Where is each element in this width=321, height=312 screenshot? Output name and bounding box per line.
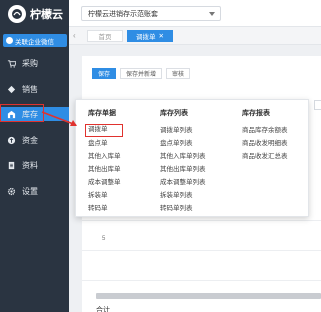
menu-item[interactable]: 商品收发明细表 [242, 137, 288, 150]
tab-home[interactable]: 首页 [87, 30, 123, 42]
menu-column-reports: 库存报表 商品库存余额表 商品收发明细表 商品收发汇总表 [242, 108, 288, 163]
inventory-menu: 库存单据 调拨单 盘点单 其他入库单 其他出库单 成本调整单 拆装单 转码单 库… [75, 99, 309, 217]
menu-item[interactable]: 盘点单 [88, 137, 123, 150]
coin-icon [7, 136, 16, 144]
sidebar-item-settings[interactable]: 设置 [0, 184, 69, 198]
sidebar-item-funds[interactable]: 资金 [0, 133, 69, 147]
menu-item-transfer-order[interactable]: 调拨单 [85, 124, 123, 137]
grid-line [82, 220, 321, 221]
top-bar: 柠檬云进销存示范账套 [69, 0, 321, 27]
menu-column-title: 库存单据 [88, 110, 116, 117]
toolbar: 保存 保存并新增 审核 [92, 68, 191, 79]
sidebar: 柠檬云 关联企业微信 采购 销售 库存 资金 资料 设置 [0, 0, 69, 312]
audit-button[interactable]: 审核 [166, 68, 191, 79]
app-logo[interactable]: 柠檬云 [8, 5, 63, 23]
menu-item[interactable]: 转码单 [88, 202, 123, 215]
tab-bar: ‹ 首页 调拨单 ✕ [69, 27, 321, 45]
tab-transfer-order[interactable]: 调拨单 ✕ [127, 30, 173, 42]
menu-item[interactable]: 其他出库单列表 [160, 163, 206, 176]
callout-arrow-icon [41, 111, 77, 126]
save-and-add-button[interactable]: 保存并新增 [120, 68, 163, 79]
account-select-value: 柠檬云进销存示范账套 [88, 10, 158, 18]
inventory-highlight-box [0, 104, 44, 122]
chevron-down-icon [209, 12, 215, 16]
sidebar-item-data[interactable]: 资料 [0, 158, 69, 172]
menu-item[interactable]: 其他入库单 [88, 150, 123, 163]
menu-item[interactable]: 拆装单列表 [160, 189, 206, 202]
gear-icon [7, 187, 16, 195]
tab-scroll-left-icon[interactable]: ‹ [73, 31, 82, 40]
menu-item[interactable]: 商品收发汇总表 [242, 150, 288, 163]
lemon-logo-icon [8, 5, 26, 23]
save-button[interactable]: 保存 [92, 68, 117, 79]
tab-home-label: 首页 [98, 34, 112, 41]
menu-item[interactable]: 拆装单 [88, 189, 123, 202]
menu-item[interactable]: 转码单列表 [160, 202, 206, 215]
menu-column-documents: 库存单据 调拨单 盘点单 其他入库单 其他出库单 成本调整单 拆装单 转码单 [85, 108, 123, 215]
row-number: 5 [102, 236, 106, 242]
menu-column-lists: 库存列表 调拨单列表 盘点单列表 其他入库单列表 其他出库单列表 成本调整单列表… [160, 108, 206, 215]
tab-active-label: 调拨单 [136, 34, 156, 41]
document-icon [8, 161, 15, 169]
sidebar-item-label: 资料 [22, 160, 38, 170]
horizontal-scrollbar[interactable] [96, 293, 321, 299]
menu-item[interactable]: 其他出库单 [88, 163, 123, 176]
link-wecom-button[interactable]: 关联企业微信 [3, 34, 67, 47]
menu-item[interactable]: 成本调整单 [88, 176, 123, 189]
sidebar-item-purchase[interactable]: 采购 [0, 56, 69, 70]
sidebar-item-label: 采购 [22, 58, 38, 68]
wecom-icon [6, 37, 13, 44]
app-name: 柠檬云 [30, 9, 63, 21]
menu-item[interactable]: 商品库存余额表 [242, 124, 288, 137]
menu-item[interactable]: 成本调整单列表 [160, 176, 206, 189]
total-label: 合计 [96, 307, 110, 312]
tag-icon [7, 85, 16, 93]
menu-item[interactable]: 其他入库单列表 [160, 150, 206, 163]
sidebar-item-label: 设置 [22, 186, 38, 196]
close-icon[interactable]: ✕ [159, 32, 164, 40]
account-select[interactable]: 柠檬云进销存示范账套 [81, 6, 221, 21]
sidebar-item-label: 销售 [22, 84, 38, 94]
sidebar-item-label: 资金 [22, 135, 38, 145]
link-wecom-label: 关联企业微信 [15, 38, 54, 46]
menu-column-title: 库存列表 [160, 110, 188, 117]
cart-icon [7, 59, 16, 68]
grid-line [82, 280, 321, 281]
menu-column-title: 库存报表 [242, 110, 270, 117]
grid-line [82, 250, 321, 251]
menu-item[interactable]: 盘点单列表 [160, 137, 206, 150]
sidebar-item-sales[interactable]: 销售 [0, 82, 69, 96]
menu-item[interactable]: 调拨单列表 [160, 124, 206, 137]
